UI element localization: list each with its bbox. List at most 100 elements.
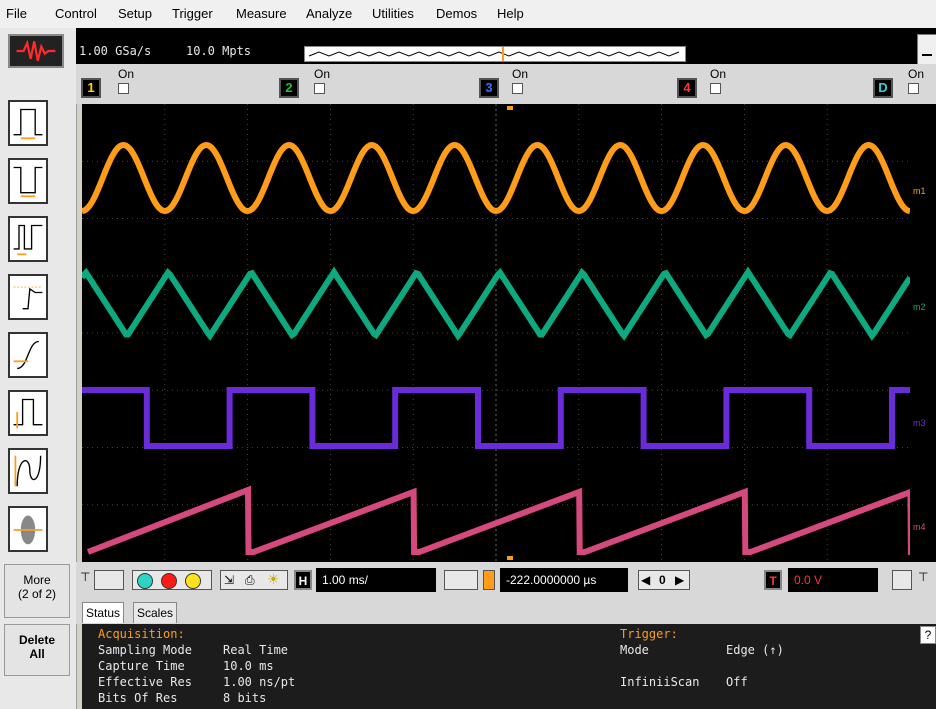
horizontal-delay-field[interactable]: -222.0000000 µs xyxy=(500,568,628,592)
marker-m4[interactable]: m4 xyxy=(913,522,926,532)
channel-3-checkbox[interactable] xyxy=(512,83,523,94)
minimize-button[interactable] xyxy=(917,34,936,66)
transition-trigger-icon[interactable] xyxy=(8,390,48,436)
status-key: Capture Time xyxy=(98,659,185,673)
trigger-position-bottom-marker xyxy=(507,556,513,560)
status-key: Bits Of Res xyxy=(98,691,178,705)
autoscale-icon[interactable]: ⇲ xyxy=(224,573,234,587)
vertical-cursor-icon[interactable]: ⊤ xyxy=(80,570,90,590)
status-value: Real Time xyxy=(223,643,289,657)
triangle-trace xyxy=(79,266,913,341)
left-toolbar: More (2 of 2) Delete All xyxy=(0,28,77,709)
digital-checkbox[interactable] xyxy=(908,83,919,94)
tab-scales[interactable]: Scales xyxy=(133,602,178,623)
tab-status[interactable]: Status xyxy=(82,602,125,623)
waveform-logo-icon[interactable] xyxy=(8,34,64,68)
stop-button[interactable] xyxy=(161,573,177,589)
waveform-display[interactable] xyxy=(79,104,936,562)
waveform-zoom-buttons[interactable] xyxy=(444,570,478,590)
menu-analyze[interactable]: Analyze xyxy=(306,6,352,21)
delete-all-button[interactable]: Delete All xyxy=(4,624,70,676)
channel-1-on-label: On xyxy=(118,67,135,81)
channel-3-button[interactable]: 3 xyxy=(479,78,499,98)
trigger-button[interactable]: T xyxy=(764,570,782,590)
square-trace xyxy=(82,387,910,449)
status-key: Effective Res xyxy=(98,675,192,689)
status-value: 10.0 ms xyxy=(223,659,274,673)
digital-on-label: On xyxy=(908,67,925,81)
channel-1-checkbox[interactable] xyxy=(118,83,129,94)
delay-right-arrow[interactable]: ▶ xyxy=(675,571,684,589)
status-key: Sampling Mode xyxy=(98,643,192,657)
horizontal-button[interactable]: H xyxy=(294,570,312,590)
channel-2-on-label: On xyxy=(314,67,331,81)
channel-4-on-label: On xyxy=(710,67,727,81)
run-controls xyxy=(132,570,212,590)
delay-nav-control: ◀ 0 ▶ xyxy=(638,570,690,590)
sawtooth-trace xyxy=(86,485,936,555)
trigger-level-field[interactable]: 0.0 V xyxy=(788,568,878,592)
delay-left-arrow[interactable]: ◀ xyxy=(641,571,650,589)
marker-m3[interactable]: m3 xyxy=(913,418,926,428)
horizontal-scale-field[interactable]: 1.00 ms/ xyxy=(316,568,436,592)
menu-file[interactable]: File xyxy=(6,6,27,21)
memory-overview-bar[interactable] xyxy=(304,46,686,62)
trigger-header: Trigger: xyxy=(620,627,678,641)
sample-rate: 1.00 GSa/s xyxy=(79,44,152,58)
trigger-key: Mode xyxy=(620,643,649,657)
menu-help[interactable]: Help xyxy=(497,6,524,21)
status-value: 1.00 ns/pt xyxy=(223,675,296,689)
waveform-graticule xyxy=(79,104,936,562)
digital-channel-button[interactable]: D xyxy=(873,78,893,98)
print-icon[interactable]: ⎙ xyxy=(245,573,255,588)
memory-depth: 10.0 Mpts xyxy=(186,44,252,58)
setup-hold-trigger-icon[interactable] xyxy=(8,332,48,378)
pulse-width-trigger-icon[interactable] xyxy=(8,100,48,146)
autoscale-tools: ⇲ ⎙ ☀ xyxy=(220,570,288,590)
channel-2-checkbox[interactable] xyxy=(314,83,325,94)
more-button[interactable]: More (2 of 2) xyxy=(4,564,70,618)
trigger-position-top-marker xyxy=(507,106,513,110)
panel-tabs: Status Scales xyxy=(76,598,936,624)
menu-measure[interactable]: Measure xyxy=(236,6,287,21)
acquisition-header: Acquisition: xyxy=(98,627,185,641)
more-page-label: (2 of 2) xyxy=(17,587,56,601)
menu-setup[interactable]: Setup xyxy=(118,6,152,21)
trigger-cursor-icon[interactable]: ⊤ xyxy=(918,570,928,590)
channel-4-button[interactable]: 4 xyxy=(677,78,697,98)
delete-label: Delete xyxy=(18,633,56,647)
brightness-icon[interactable]: ☀ xyxy=(267,571,280,588)
status-value: 8 bits xyxy=(223,691,267,705)
menu-trigger[interactable]: Trigger xyxy=(172,6,213,21)
delete-all-label: All xyxy=(29,647,45,661)
help-button[interactable]: ? xyxy=(920,626,936,644)
memory-overview-waveform xyxy=(308,47,680,61)
trigger-level-spinner[interactable] xyxy=(892,570,912,590)
marker-m1[interactable]: m1 xyxy=(913,186,926,196)
menu-demos[interactable]: Demos xyxy=(436,6,477,21)
trigger-position-marker[interactable] xyxy=(483,570,495,590)
trigger-value: Off xyxy=(726,675,748,689)
menu-bar: File Control Setup Trigger Measure Analy… xyxy=(0,0,936,29)
channel-2-button[interactable]: 2 xyxy=(279,78,299,98)
scale-adjust-button[interactable] xyxy=(94,570,124,590)
sine-window-trigger-icon[interactable] xyxy=(8,448,48,494)
runt-trigger-icon[interactable] xyxy=(8,274,48,320)
channel-bar: 1 On 2 On 3 On 4 On D On xyxy=(76,64,936,104)
control-bar: ⊤ ⇲ ⎙ ☀ H 1.00 ms/ -222.0000000 µs ◀ 0 ▶… xyxy=(76,562,936,598)
delay-center-value[interactable]: 0 xyxy=(659,571,666,589)
channel-1-button[interactable]: 1 xyxy=(81,78,101,98)
single-button[interactable] xyxy=(185,573,201,589)
waveform-marker-column: m1 m2 m3 m4 xyxy=(910,104,936,562)
marker-m2[interactable]: m2 xyxy=(913,302,926,312)
zone-trigger-icon[interactable] xyxy=(8,506,48,552)
more-label: More xyxy=(23,573,51,587)
glitch-trigger-icon[interactable] xyxy=(8,216,48,262)
channel-4-checkbox[interactable] xyxy=(710,83,721,94)
menu-utilities[interactable]: Utilities xyxy=(372,6,414,21)
negative-pulse-trigger-icon[interactable] xyxy=(8,158,48,204)
run-control-button[interactable] xyxy=(137,573,153,589)
status-panel: Acquisition: Sampling Mode Real Time Cap… xyxy=(82,624,936,709)
menu-control[interactable]: Control xyxy=(55,6,97,21)
trigger-key: InfiniiScan xyxy=(620,675,700,689)
